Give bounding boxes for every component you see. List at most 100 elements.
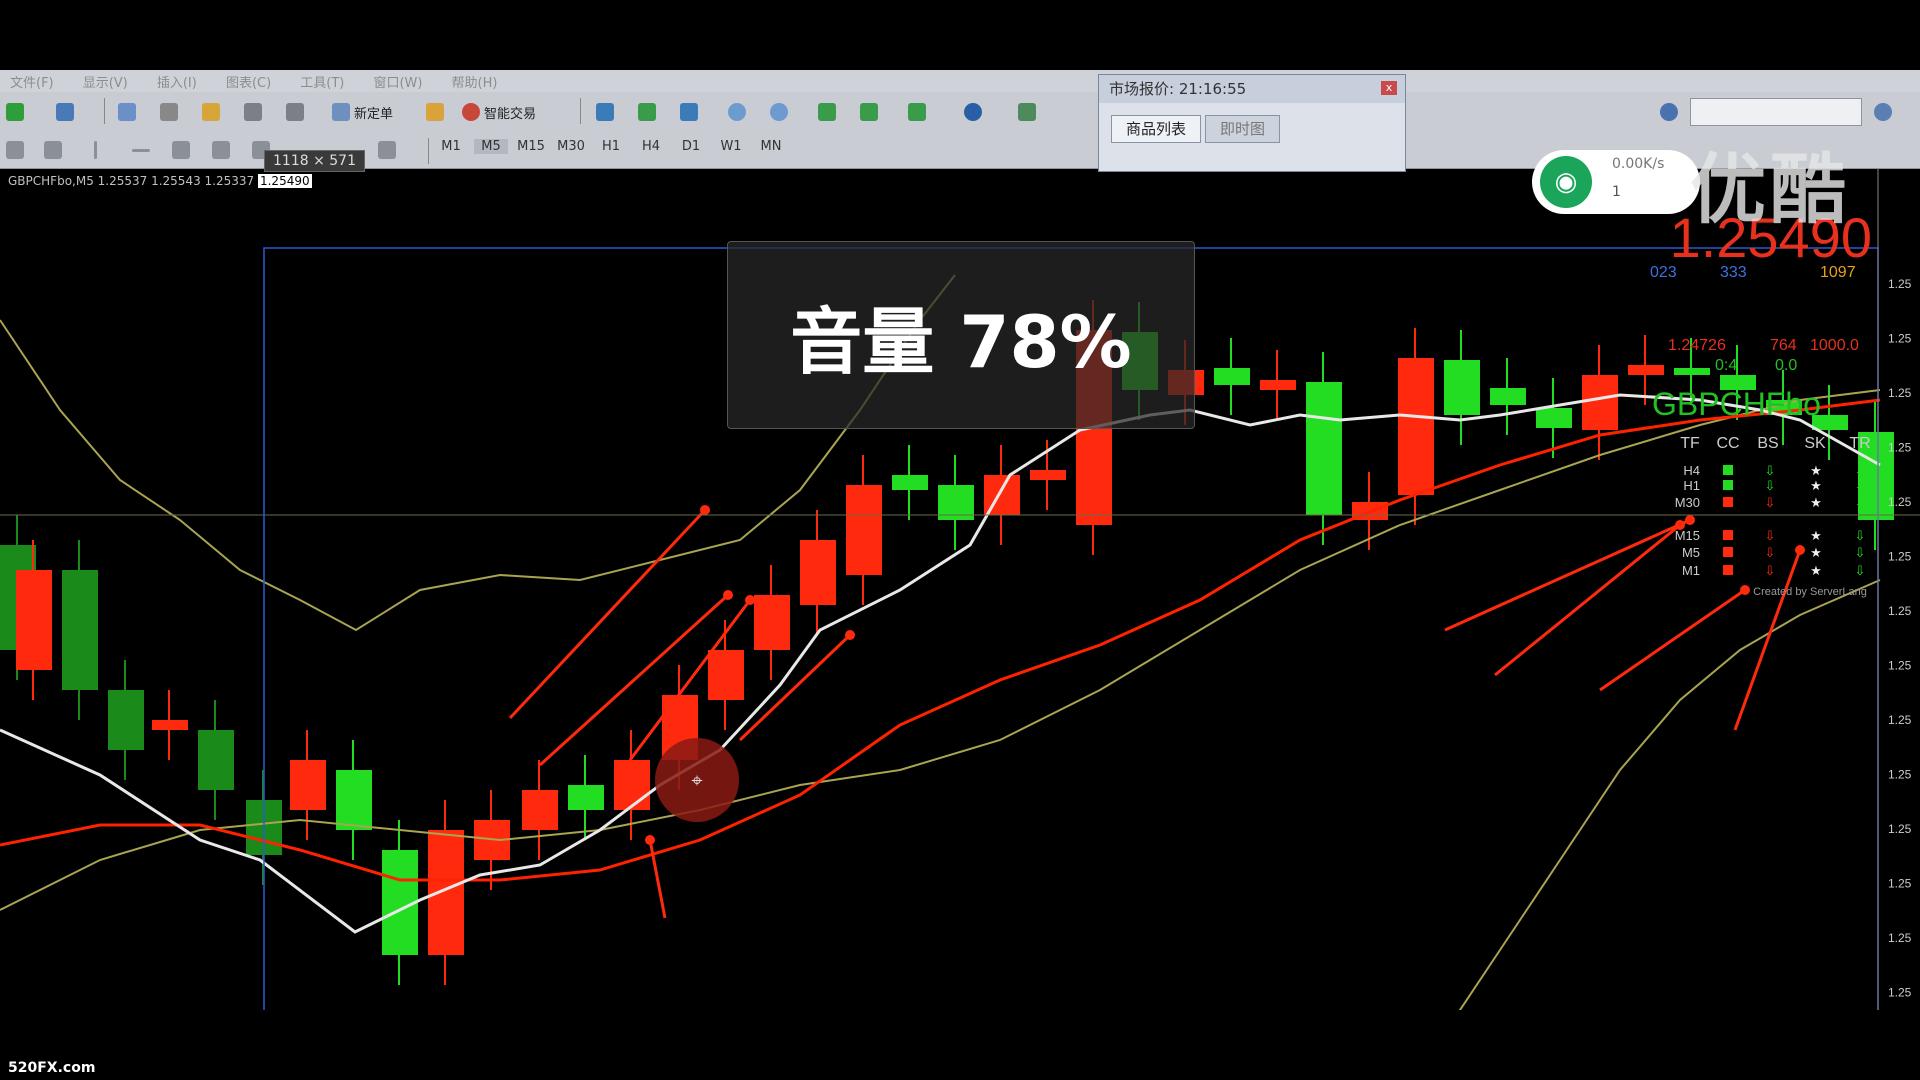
candlestick-icon[interactable]: [638, 103, 656, 121]
periods-icon[interactable]: [964, 103, 982, 121]
auto-scroll-icon[interactable]: [860, 103, 878, 121]
search-icon[interactable]: [1874, 103, 1892, 121]
panel-sk-star: ★: [1810, 528, 1822, 543]
bar-chart-icon[interactable]: [596, 103, 614, 121]
expert-advisors-button[interactable]: 智能交易: [462, 99, 536, 125]
zoom-out-icon[interactable]: [770, 103, 788, 121]
templates-icon[interactable]: [1018, 103, 1036, 121]
selection-dimension-label: 1118 × 571: [264, 150, 365, 172]
candle-body: [846, 485, 882, 575]
price-axis-label: 1.25: [1888, 604, 1912, 618]
candle-body: [16, 570, 52, 670]
crosshair-icon[interactable]: [44, 141, 62, 159]
indicators-icon[interactable]: [908, 103, 926, 121]
tab-tick-chart[interactable]: 即时图: [1205, 115, 1281, 143]
tab-symbols[interactable]: 商品列表: [1111, 115, 1202, 143]
data-window-icon[interactable]: [160, 103, 178, 121]
panel-sk-star: ★: [1810, 478, 1822, 493]
menu-window[interactable]: 窗口(W): [373, 72, 422, 91]
candle-body: [892, 475, 928, 490]
panel-column-header: SK: [1804, 435, 1826, 452]
line-chart-icon[interactable]: [680, 103, 698, 121]
candle-body: [428, 830, 464, 955]
fibonacci-icon[interactable]: [212, 141, 230, 159]
zoom-in-icon[interactable]: [728, 103, 746, 121]
panel-sub-value: 1.24726: [1668, 337, 1726, 354]
crosshair-icon: ⌖: [691, 768, 702, 792]
new-chart-icon[interactable]: [6, 103, 24, 121]
panel-row-label: M1: [1682, 563, 1700, 578]
market-watch-icon[interactable]: [118, 103, 136, 121]
chart-symbol-info: GBPCHFbo,M5 1.25537 1.25543 1.25337: [8, 174, 255, 188]
wifi-icon: ◉: [1540, 156, 1592, 208]
vertical-line-icon[interactable]: [94, 141, 97, 159]
network-speed: 0.00K/s: [1612, 156, 1665, 172]
strategy-tester-icon[interactable]: [286, 103, 304, 121]
menu-bar: 文件(F) 显示(V) 插入(I) 图表(C) 工具(T) 窗口(W) 帮助(H…: [0, 70, 1920, 93]
panel-tr-arrow: ⇩: [1855, 463, 1866, 478]
auto-trading-button[interactable]: [426, 99, 444, 125]
panel-cc-cell: [1723, 480, 1733, 490]
menu-insert[interactable]: 插入(I): [157, 72, 197, 91]
cursor-icon[interactable]: [6, 141, 24, 159]
timeframe-m1[interactable]: M1: [434, 139, 468, 154]
panel-sk-star: ★: [1810, 495, 1822, 510]
panel-cc-cell: [1723, 565, 1733, 575]
candle-body: [1674, 368, 1710, 375]
menu-help[interactable]: 帮助(H): [452, 72, 498, 91]
timeframe-h4[interactable]: H4: [634, 139, 668, 154]
close-icon[interactable]: x: [1381, 81, 1397, 95]
horizontal-line-icon[interactable]: [132, 149, 150, 152]
candle-body: [614, 760, 650, 810]
profiles-icon[interactable]: [56, 103, 74, 121]
panel-row-label: H4: [1683, 463, 1700, 478]
arrow-head: [1685, 515, 1695, 525]
arrows-icon[interactable]: [378, 141, 396, 159]
timeframe-m30[interactable]: M30: [554, 139, 588, 154]
timeframe-h1[interactable]: H1: [594, 139, 628, 154]
timeframe-d1[interactable]: D1: [674, 139, 708, 154]
panel-bs-arrow: ⇩: [1765, 545, 1776, 560]
market-watch-title[interactable]: 市场报价: 21:16:55: [1099, 75, 1405, 103]
menu-tools[interactable]: 工具(T): [300, 72, 344, 91]
candle-body: [1030, 470, 1066, 480]
price-axis-label: 1.25: [1888, 822, 1912, 836]
panel-row-label: M5: [1682, 545, 1700, 560]
lower-bollinger-band: [1458, 579, 1881, 1010]
trendline-icon[interactable]: [172, 141, 190, 159]
panel-symbol: GBPCHFbo: [1652, 386, 1821, 422]
menu-file[interactable]: 文件(F): [10, 72, 54, 91]
panel-tr-arrow: ⇩: [1855, 478, 1866, 493]
panel-column-header: TF: [1680, 435, 1700, 452]
panel-column-header: BS: [1757, 435, 1778, 452]
navigator-icon[interactable]: [202, 103, 220, 121]
panel-ratio-value: 0.0: [1775, 357, 1797, 374]
timeframe-w1[interactable]: W1: [714, 139, 748, 154]
candle-body: [754, 595, 790, 650]
price-axis-label: 1.25: [1888, 768, 1912, 782]
new-order-button[interactable]: 新定单: [332, 99, 393, 125]
arrow-head: [700, 505, 710, 515]
candle-body: [1306, 382, 1342, 515]
candle-body: [152, 720, 188, 730]
panel-sk-star: ★: [1810, 563, 1822, 578]
candle-body: [1214, 368, 1250, 385]
menu-view[interactable]: 显示(V): [83, 72, 128, 91]
arrow-head: [1740, 585, 1750, 595]
candle-body: [1398, 358, 1434, 495]
tile-windows-icon[interactable]: [818, 103, 836, 121]
panel-bs-arrow: ⇩: [1765, 478, 1776, 493]
market-watch-window[interactable]: 市场报价: 21:16:55 x 商品列表 即时图: [1098, 74, 1406, 172]
timeframe-mn[interactable]: MN: [754, 139, 788, 154]
timeframe-m5[interactable]: M5: [474, 139, 508, 154]
candle-body: [1582, 375, 1618, 430]
price-axis-label: 1.25: [1888, 877, 1912, 891]
settings-icon[interactable]: [1660, 103, 1678, 121]
terminal-icon[interactable]: [244, 103, 262, 121]
timeframe-m15[interactable]: M15: [514, 139, 548, 154]
panel-column-header: TR: [1849, 435, 1870, 452]
search-input[interactable]: [1690, 98, 1862, 126]
menu-charts[interactable]: 图表(C): [226, 72, 271, 91]
candle-body: [800, 540, 836, 605]
trend-arrow: [738, 633, 852, 742]
